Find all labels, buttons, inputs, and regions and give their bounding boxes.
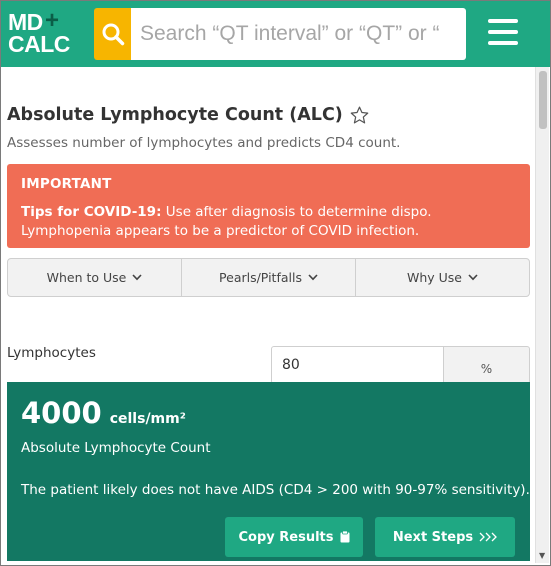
copy-results-label: Copy Results [238,529,334,545]
hamburger-menu-icon-bar [488,30,518,34]
result-unit: cells/mm² [109,411,186,427]
next-steps-button[interactable]: Next Steps [375,517,515,557]
star-outline-icon[interactable] [349,105,370,126]
calculator-title-row: Absolute Lymphocyte Count (ALC) [7,101,370,129]
lymphocytes-label: Lymphocytes [7,345,96,361]
tab-label: When to Use [46,270,127,285]
result-panel: 4000 cells/mm² Absolute Lymphocyte Count… [7,382,530,561]
chevron-down-icon [132,274,142,281]
next-steps-label: Next Steps [392,529,474,545]
tab-label: Why Use [406,270,462,285]
important-heading: IMPORTANT [21,176,112,192]
scroll-down-arrow-icon[interactable]: ▼ [539,552,545,560]
chevron-down-icon [468,274,478,281]
chevron-down-icon [308,274,318,281]
important-banner: IMPORTANT Tips for COVID-19: Use after d… [7,164,530,248]
tip-label: Tips for COVID-19: [21,204,162,220]
mdcalc-logo[interactable]: MD + CALC [8,7,78,57]
info-tabs: When to Use Pearls/Pitfalls Why Use [7,258,530,297]
tab-pearls-pitfalls[interactable]: Pearls/Pitfalls [182,259,356,296]
lymphocytes-input[interactable] [271,346,444,384]
lymphocytes-unit-selector[interactable]: % [444,346,530,384]
hamburger-menu-icon [488,19,518,23]
triple-chevron-right-icon [479,532,498,542]
header-bar: MD + CALC [1,1,550,67]
app-window: MD + CALC Absolute Lymphocyte Count (ALC… [0,0,551,566]
hamburger-menu-icon-bar [488,41,518,45]
result-value-row: 4000 cells/mm² [21,396,186,430]
search-button[interactable] [94,8,131,60]
menu-button[interactable] [488,19,518,47]
tab-why-use[interactable]: Why Use [356,259,529,296]
result-value: 4000 [21,396,102,430]
calculator-subtitle: Assesses number of lymphocytes and predi… [7,135,401,151]
scrollbar-thumb[interactable] [539,71,547,129]
tab-when-to-use[interactable]: When to Use [8,259,182,296]
tab-label: Pearls/Pitfalls [219,270,302,285]
result-interpretation: The patient likely does not have AIDS (C… [21,482,530,498]
clipboard-icon [340,531,349,543]
calculator-title: Absolute Lymphocyte Count (ALC) [7,105,343,125]
logo-plus: + [45,7,60,34]
search-input[interactable] [131,8,466,60]
logo-line-1: MD [8,9,43,35]
page-scrollbar[interactable]: ▼ [535,67,549,563]
search-icon [102,23,124,46]
copy-results-button[interactable]: Copy Results [225,517,363,557]
important-body: Tips for COVID-19: Use after diagnosis t… [21,203,516,241]
result-name: Absolute Lymphocyte Count [21,440,211,456]
logo-line-2: CALC [8,31,70,57]
